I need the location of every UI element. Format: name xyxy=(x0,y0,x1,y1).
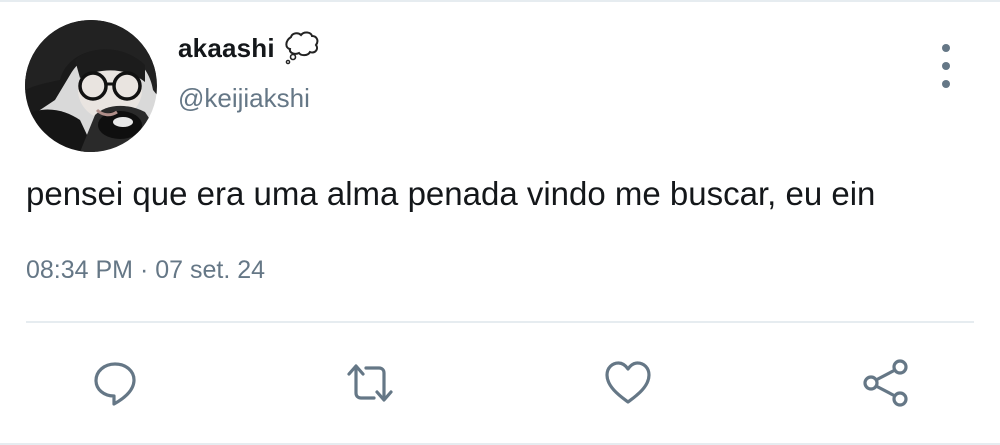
tweet-card: akaashi @keijiakshi pensei que era uma a… xyxy=(0,0,1000,445)
avatar[interactable] xyxy=(25,20,157,152)
retweet-icon xyxy=(347,364,393,402)
share-icon xyxy=(863,359,908,407)
author-name-row[interactable]: akaashi xyxy=(178,30,321,66)
like-button[interactable] xyxy=(602,357,654,409)
reply-button[interactable] xyxy=(89,357,141,409)
tweet-timestamp[interactable]: 08:34 PM · 07 set. 24 xyxy=(26,256,265,285)
retweet-button[interactable] xyxy=(344,357,396,409)
more-options-button[interactable] xyxy=(930,44,962,88)
heart-icon xyxy=(605,361,651,404)
tweet-text: pensei que era uma alma penada vindo me … xyxy=(26,175,876,212)
actions-divider xyxy=(26,321,974,323)
reply-icon xyxy=(94,362,136,406)
more-dot xyxy=(942,62,950,70)
user-handle[interactable]: @keijiakshi xyxy=(178,83,310,114)
share-button[interactable] xyxy=(860,357,912,409)
avatar-photo xyxy=(25,20,157,152)
thought-balloon-icon xyxy=(283,31,321,65)
display-name[interactable]: akaashi xyxy=(178,33,275,64)
more-dot xyxy=(942,80,950,88)
more-vertical-icon xyxy=(942,44,950,52)
